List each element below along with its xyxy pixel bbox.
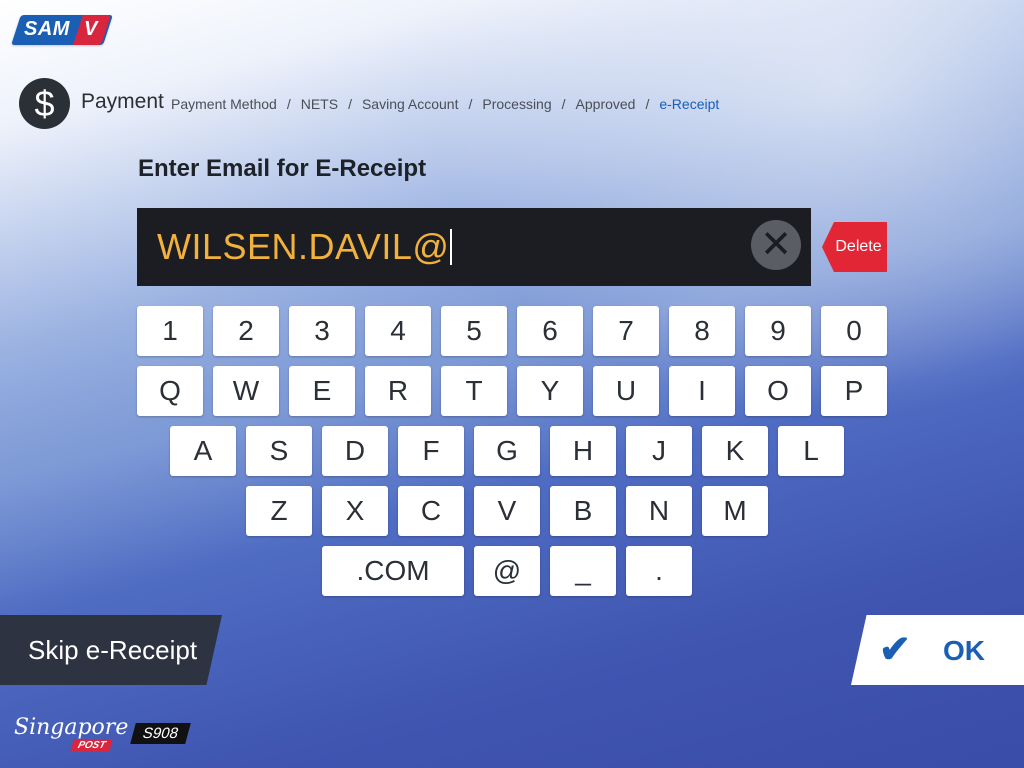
text-caret [450, 229, 453, 265]
breadcrumb-item: NETS [300, 96, 339, 112]
key-g[interactable]: G [474, 426, 540, 476]
key-o[interactable]: O [745, 366, 811, 416]
email-value: WILSEN.DAVIL@ [157, 226, 453, 268]
checkmark-icon: ✔ [879, 629, 911, 671]
key-y[interactable]: Y [517, 366, 583, 416]
key-p[interactable]: P [821, 366, 887, 416]
email-field[interactable]: WILSEN.DAVIL@ ✕ [137, 208, 811, 286]
key-9[interactable]: 9 [745, 306, 811, 356]
key-i[interactable]: I [669, 366, 735, 416]
breadcrumb: Payment Method / NETS / Saving Account / Pr… [171, 96, 720, 112]
key-h[interactable]: H [550, 426, 616, 476]
key-z[interactable]: Z [246, 486, 312, 536]
ok-button[interactable]: ✔ OK [851, 615, 1024, 685]
brand-logo-text: SAM [24, 18, 70, 40]
key-v[interactable]: V [474, 486, 540, 536]
singapore-post-sub: POST [70, 739, 113, 752]
clear-icon[interactable]: ✕ [751, 220, 801, 270]
ok-label: OK [943, 635, 985, 666]
breadcrumb-item: Saving Account [361, 96, 459, 112]
key-u[interactable]: U [593, 366, 659, 416]
key-0[interactable]: 0 [821, 306, 887, 356]
breadcrumb-item: Processing [482, 96, 552, 112]
key-l[interactable]: L [778, 426, 844, 476]
key-4[interactable]: 4 [365, 306, 431, 356]
key-f[interactable]: F [398, 426, 464, 476]
key-n[interactable]: N [626, 486, 692, 536]
skip-ereceipt-button[interactable]: Skip e-Receipt [0, 615, 222, 685]
key-b[interactable]: B [550, 486, 616, 536]
key-q[interactable]: Q [137, 366, 203, 416]
key-3[interactable]: 3 [289, 306, 355, 356]
key-s[interactable]: S [246, 426, 312, 476]
station-id: S908 [130, 723, 191, 744]
key-underscore[interactable]: _ [550, 546, 616, 596]
key-d[interactable]: D [322, 426, 388, 476]
key-w[interactable]: W [213, 366, 279, 416]
key-a[interactable]: A [170, 426, 236, 476]
page-title: Payment [81, 90, 164, 113]
key-at[interactable]: @ [474, 546, 540, 596]
key-1[interactable]: 1 [137, 306, 203, 356]
key-8[interactable]: 8 [669, 306, 735, 356]
key-7[interactable]: 7 [593, 306, 659, 356]
breadcrumb-item: Payment Method [171, 96, 277, 112]
key-5[interactable]: 5 [441, 306, 507, 356]
key-k[interactable]: K [702, 426, 768, 476]
breadcrumb-item: Approved [575, 96, 636, 112]
brand-logo-v-text: V [84, 18, 98, 40]
key-dot[interactable]: . [626, 546, 692, 596]
key-dotcom[interactable]: .COM [322, 546, 464, 596]
delete-button[interactable]: Delete [822, 222, 887, 272]
key-c[interactable]: C [398, 486, 464, 536]
key-j[interactable]: J [626, 426, 692, 476]
key-e[interactable]: E [289, 366, 355, 416]
key-x[interactable]: X [322, 486, 388, 536]
key-m[interactable]: M [702, 486, 768, 536]
key-t[interactable]: T [441, 366, 507, 416]
key-2[interactable]: 2 [213, 306, 279, 356]
key-6[interactable]: 6 [517, 306, 583, 356]
breadcrumb-item-active: e-Receipt [659, 96, 720, 112]
dollar-icon: $ [19, 78, 70, 129]
singapore-post-logo: Singapore [14, 715, 129, 740]
email-prompt: Enter Email for E-Receipt [138, 155, 427, 182]
key-r[interactable]: R [365, 366, 431, 416]
